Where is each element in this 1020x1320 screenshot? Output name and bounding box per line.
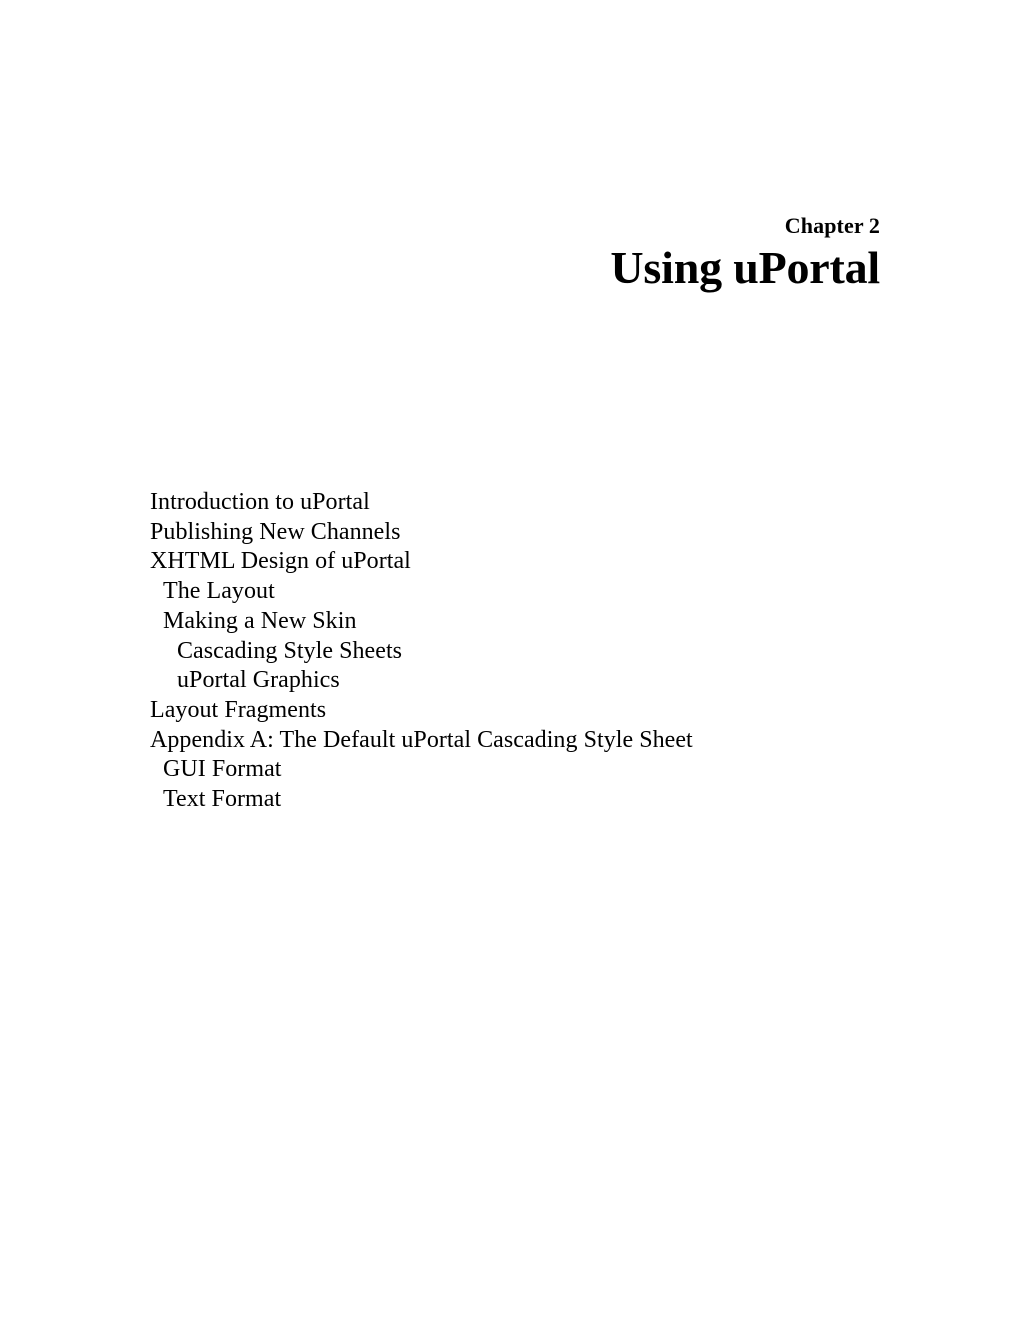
chapter-label: Chapter 2 — [784, 213, 880, 238]
toc-entry[interactable]: uPortal Graphics — [150, 666, 910, 696]
chapter-heading-block: Chapter 2 Using uPortal — [0, 212, 1020, 296]
table-of-contents: Introduction to uPortal Publishing New Ch… — [150, 488, 910, 815]
toc-entry[interactable]: Layout Fragments — [150, 696, 910, 726]
page-title: Using uPortal — [610, 242, 880, 293]
document-page: Chapter 2 Using uPortal Introduction to … — [0, 0, 1020, 1320]
toc-entry[interactable]: The Layout — [150, 577, 910, 607]
toc-entry[interactable]: Publishing New Channels — [150, 518, 910, 548]
toc-entry[interactable]: GUI Format — [150, 755, 910, 785]
toc-entry[interactable]: Appendix A: The Default uPortal Cascadin… — [150, 726, 910, 756]
toc-entry[interactable]: Text Format — [150, 785, 910, 815]
toc-entry[interactable]: XHTML Design of uPortal — [150, 547, 910, 577]
toc-entry[interactable]: Introduction to uPortal — [150, 488, 910, 518]
toc-entry[interactable]: Cascading Style Sheets — [150, 637, 910, 667]
toc-entry[interactable]: Making a New Skin — [150, 607, 910, 637]
